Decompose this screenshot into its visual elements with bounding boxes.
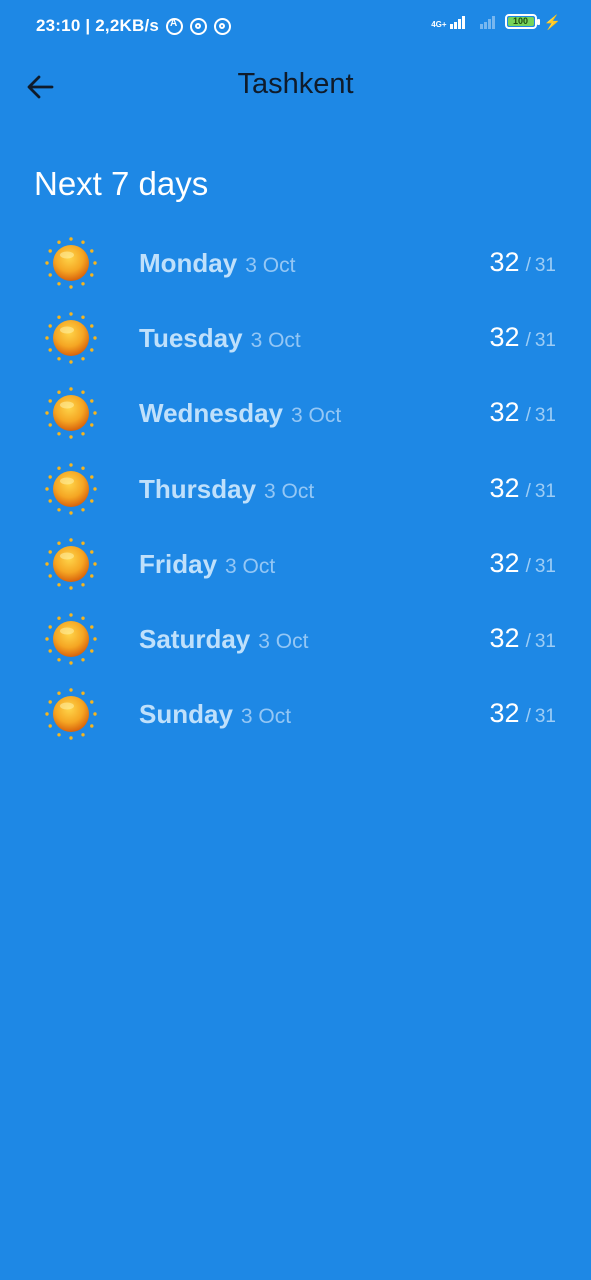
day-date: 3 Oct bbox=[264, 479, 315, 503]
temperature: 32/31 bbox=[490, 698, 556, 729]
temp-separator: / bbox=[525, 330, 531, 352]
battery-level: 100 bbox=[507, 17, 534, 26]
day-row-saturday[interactable]: Saturday 3 Oct 32/31 bbox=[0, 601, 591, 676]
day-row-sunday[interactable]: Sunday 3 Oct 32/31 bbox=[0, 676, 591, 751]
temp-high: 32 bbox=[489, 322, 520, 353]
network-type: 4G+ bbox=[431, 20, 447, 29]
temp-separator: / bbox=[525, 630, 531, 652]
temp-low: 31 bbox=[534, 480, 556, 502]
forecast-list: Monday 3 Oct 32/31 Tuesday 3 Oct 32/31 W… bbox=[0, 225, 591, 751]
day-label: Thursday bbox=[139, 473, 257, 504]
day-date: 3 Oct bbox=[258, 629, 309, 653]
temp-separator: / bbox=[525, 405, 531, 427]
temp-high: 32 bbox=[489, 698, 520, 729]
temperature: 32/31 bbox=[490, 473, 556, 504]
temp-separator: / bbox=[525, 706, 531, 728]
day-date: 3 Oct bbox=[245, 254, 296, 277]
temp-separator: / bbox=[525, 480, 531, 502]
sun-icon bbox=[42, 613, 100, 665]
signal-strength-icon bbox=[449, 15, 465, 29]
day-date: 3 Oct bbox=[225, 554, 276, 578]
day-label: Wednesday bbox=[139, 398, 284, 429]
page-title: Tashkent bbox=[237, 68, 354, 100]
day-name: Tuesday 3 Oct bbox=[139, 323, 301, 354]
temp-high: 32 bbox=[489, 622, 520, 653]
day-name: Sunday 3 Oct bbox=[139, 699, 291, 730]
sun-icon bbox=[42, 688, 100, 740]
sun-icon bbox=[42, 237, 100, 289]
day-row-friday[interactable]: Friday 3 Oct 32/31 bbox=[0, 526, 591, 601]
day-date: 3 Oct bbox=[250, 329, 301, 353]
status-left: 23:10 | 2,2KB/s bbox=[36, 16, 232, 36]
status-right: 4G+ 100 ⚡ bbox=[431, 14, 561, 29]
temp-low: 31 bbox=[534, 706, 556, 728]
sun-icon bbox=[42, 387, 100, 440]
day-name: Monday 3 Oct bbox=[139, 248, 295, 279]
temperature: 32/31 bbox=[490, 548, 556, 579]
temp-high: 32 bbox=[489, 397, 520, 428]
temperature: 32/31 bbox=[490, 623, 556, 654]
day-name: Wednesday 3 Oct bbox=[139, 398, 341, 429]
day-date: 3 Oct bbox=[240, 705, 292, 729]
day-label: Tuesday bbox=[139, 323, 243, 354]
day-label: Monday bbox=[139, 248, 238, 278]
temperature: 32/31 bbox=[490, 247, 556, 278]
battery-icon: 100 bbox=[504, 14, 540, 29]
sun-icon bbox=[42, 462, 100, 515]
sun-icon bbox=[42, 538, 100, 590]
day-name: Friday 3 Oct bbox=[139, 549, 275, 580]
temperature: 32/31 bbox=[490, 397, 556, 428]
day-date: 3 Oct bbox=[291, 404, 342, 428]
temperature: 32/31 bbox=[490, 322, 556, 353]
temp-high: 32 bbox=[489, 472, 520, 503]
charging-icon: ⚡ bbox=[543, 14, 561, 30]
day-name: Saturday 3 Oct bbox=[139, 624, 308, 655]
day-label: Friday bbox=[139, 548, 218, 579]
status-bar: 23:10 | 2,2KB/s 4G+ 100 ⚡ bbox=[0, 0, 591, 54]
day-label: Sunday bbox=[139, 699, 233, 730]
temp-low: 31 bbox=[534, 555, 556, 577]
app-bar: Tashkent bbox=[0, 54, 591, 120]
temp-high: 32 bbox=[489, 547, 520, 578]
temp-low: 31 bbox=[534, 630, 556, 652]
temp-separator: / bbox=[525, 555, 531, 577]
day-row-monday[interactable]: Monday 3 Oct 32/31 bbox=[0, 225, 591, 300]
temp-low: 31 bbox=[534, 330, 556, 352]
temp-low: 31 bbox=[534, 255, 556, 276]
sync-notification-icon bbox=[190, 17, 208, 35]
day-row-tuesday[interactable]: Tuesday 3 Oct 32/31 bbox=[0, 300, 591, 375]
day-label: Saturday bbox=[139, 623, 251, 654]
temp-separator: / bbox=[525, 255, 531, 276]
day-name: Thursday 3 Oct bbox=[139, 474, 314, 505]
temp-high: 32 bbox=[489, 247, 520, 277]
day-row-wednesday[interactable]: Wednesday 3 Oct 32/31 bbox=[0, 375, 591, 450]
temp-low: 31 bbox=[534, 405, 556, 427]
app-notification-icon bbox=[166, 17, 184, 35]
signal-strength-sim2-icon bbox=[479, 15, 495, 29]
sun-icon bbox=[42, 312, 100, 364]
day-row-thursday[interactable]: Thursday 3 Oct 32/31 bbox=[0, 451, 591, 526]
sync-notification-icon-2 bbox=[214, 17, 232, 35]
section-title: Next 7 days bbox=[34, 165, 209, 202]
status-time-speed: 23:10 | 2,2KB/s bbox=[36, 16, 160, 35]
